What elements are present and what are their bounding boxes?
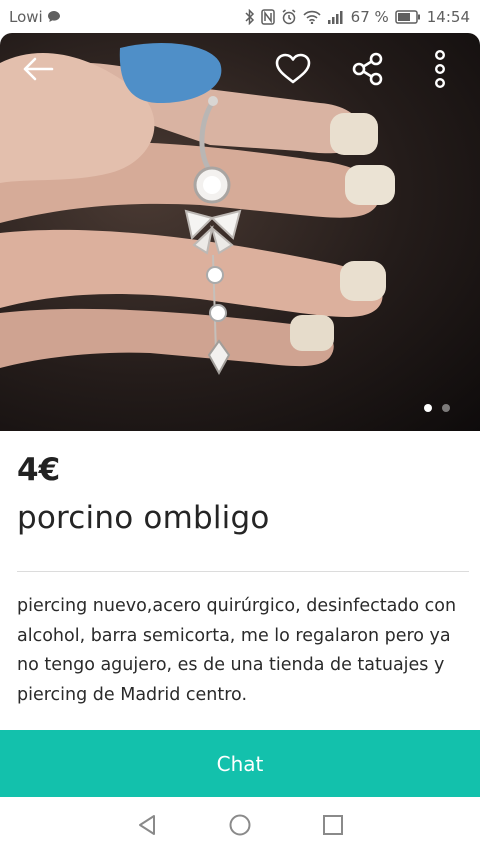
more-vertical-icon [435,50,445,89]
system-nav-bar [0,797,480,853]
chat-button[interactable]: Chat [0,730,480,797]
more-options-button[interactable] [420,47,460,91]
gallery-indicator [424,404,450,412]
status-left: Lowi [9,8,61,26]
triangle-back-icon [138,815,155,835]
photo-toolbar [0,33,480,107]
battery-percent: 67 % [350,7,389,26]
nfc-icon [260,8,275,25]
favorite-button[interactable] [273,49,313,89]
signal-icon [327,10,345,24]
battery-icon [395,9,421,24]
bluetooth-icon [245,8,255,25]
divider [17,571,469,572]
carrier-label: Lowi [9,7,43,26]
wifi-icon [303,10,321,24]
clock: 14:54 [426,7,470,26]
share-button[interactable] [348,49,388,89]
share-icon [352,52,383,86]
arrow-left-icon [23,57,54,81]
circle-home-icon [229,814,251,836]
chat-button-label: Chat [216,751,264,776]
status-right: 67 % 14:54 [245,8,470,26]
alarm-icon [281,8,297,25]
status-bar: Lowi 67 % 14:54 [0,0,480,33]
listing-description: piercing nuevo,acero quirúrgico, desinfe… [17,596,457,705]
nav-home-button[interactable] [220,805,260,845]
gallery-dot-1[interactable] [424,404,432,412]
square-recents-icon [323,815,344,835]
listing-title: porcino ombligo [17,500,270,536]
back-button[interactable] [18,49,58,89]
listing-price: 4€ [17,452,61,488]
message-icon [47,10,61,23]
nav-recents-button[interactable] [313,805,353,845]
nav-back-button[interactable] [127,805,167,845]
gallery-dot-2[interactable] [442,404,450,412]
heart-icon [275,53,311,84]
